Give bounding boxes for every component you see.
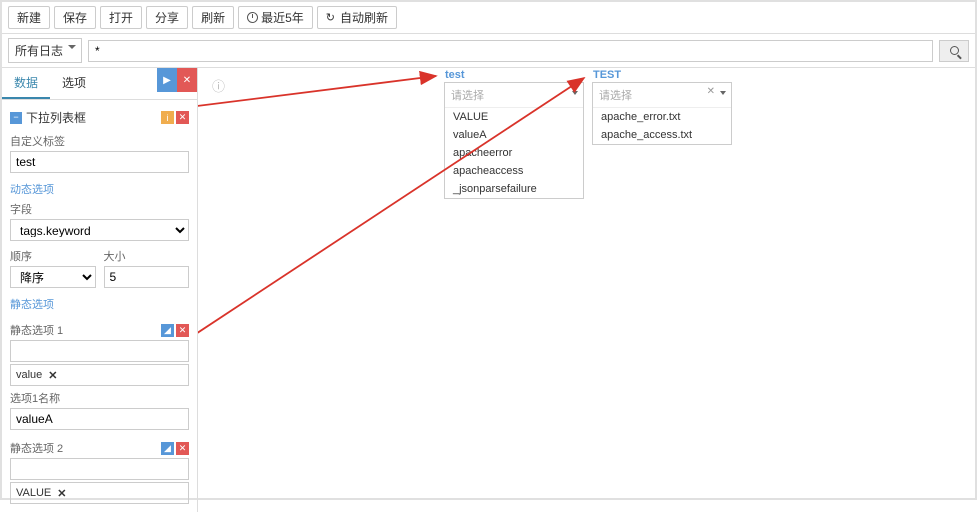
field-select-1[interactable]: tags.keyword bbox=[10, 219, 189, 241]
static-option-1-title: 静态选项 1 bbox=[10, 322, 63, 338]
size-input-1[interactable] bbox=[104, 266, 190, 288]
new-button[interactable]: 新建 bbox=[8, 6, 50, 29]
delete-option-button[interactable]: ✕ bbox=[176, 324, 189, 337]
preview-dropdown-trigger[interactable]: 请选择 ✕ bbox=[593, 83, 731, 108]
close-sidebar-button[interactable]: ✕ bbox=[177, 68, 197, 92]
search-input[interactable] bbox=[88, 40, 933, 62]
tab-options[interactable]: 选项 bbox=[50, 68, 98, 99]
tag-icon[interactable]: ◢ bbox=[161, 442, 174, 455]
static-option-2-chip: VALUE ✕ bbox=[10, 482, 189, 504]
list-item[interactable]: valueA bbox=[445, 126, 583, 144]
panel-1-header: − 下拉列表框 i ✕ bbox=[10, 106, 189, 129]
top-toolbar: 新建 保存 打开 分享 刷新 最近5年 自动刷新 bbox=[2, 2, 975, 34]
chip-remove-icon[interactable]: ✕ bbox=[57, 487, 66, 500]
static-option-1-chip: value ✕ bbox=[10, 364, 189, 386]
sidebar-body: − 下拉列表框 i ✕ 自定义标签 动态选项 字段 tags.keyword 顺… bbox=[2, 100, 197, 512]
dropdown-placeholder: 请选择 bbox=[599, 90, 632, 102]
preview-dropdown-list: apache_error.txt apache_access.txt bbox=[593, 108, 731, 144]
caret-down-icon bbox=[572, 91, 578, 95]
option-1-name-label: 选项1名称 bbox=[10, 390, 189, 406]
sidebar: 数据 选项 ▶ ✕ − 下拉列表框 i ✕ 自定义标签 动态选项 字段 tags… bbox=[2, 68, 198, 512]
size-label-1: 大小 bbox=[104, 248, 190, 264]
option-1-name-input[interactable] bbox=[10, 408, 189, 430]
auto-refresh-label: 自动刷新 bbox=[340, 9, 388, 26]
main-preview: ⓘ test 请选择 VALUE valueA apacheerror apac… bbox=[198, 68, 975, 512]
static-option-1-header: 静态选项 1 ◢ ✕ bbox=[10, 322, 189, 338]
panel-delete-button[interactable]: ✕ bbox=[176, 111, 189, 124]
preview-dropdown-trigger[interactable]: 请选择 bbox=[445, 83, 583, 108]
help-icon[interactable]: ⓘ bbox=[212, 79, 225, 94]
share-button[interactable]: 分享 bbox=[146, 6, 188, 29]
panel-1-title: 下拉列表框 bbox=[26, 109, 86, 126]
search-bar: 所有日志 bbox=[2, 34, 975, 68]
preview-dropdown-label: test bbox=[445, 69, 465, 81]
list-item[interactable]: apache_error.txt bbox=[593, 108, 731, 126]
auto-refresh-button[interactable]: 自动刷新 bbox=[317, 6, 397, 29]
caret-down-icon bbox=[720, 91, 726, 95]
panel-info-button[interactable]: i bbox=[161, 111, 174, 124]
chip-remove-icon[interactable]: ✕ bbox=[48, 369, 57, 382]
dropdown-placeholder: 请选择 bbox=[451, 90, 484, 102]
field-label-1: 字段 bbox=[10, 201, 189, 217]
clock-icon bbox=[247, 12, 258, 23]
collapse-icon[interactable]: − bbox=[10, 112, 22, 124]
delete-option-button[interactable]: ✕ bbox=[176, 442, 189, 455]
time-range-label: 最近5年 bbox=[261, 9, 304, 26]
time-range-button[interactable]: 最近5年 bbox=[238, 6, 313, 29]
preview-dropdown-test-caps: TEST 请选择 ✕ apache_error.txt apache_acces… bbox=[592, 82, 732, 145]
open-button[interactable]: 打开 bbox=[100, 6, 142, 29]
list-item[interactable]: apacheerror bbox=[445, 144, 583, 162]
dynamic-options-header-1[interactable]: 动态选项 bbox=[10, 181, 189, 197]
tag-icon[interactable]: ◢ bbox=[161, 324, 174, 337]
list-item[interactable]: apacheaccess bbox=[445, 162, 583, 180]
static-options-header[interactable]: 静态选项 bbox=[10, 296, 189, 312]
list-item[interactable]: VALUE bbox=[445, 108, 583, 126]
tab-data[interactable]: 数据 bbox=[2, 68, 50, 99]
static-option-1-input[interactable] bbox=[10, 340, 189, 362]
order-select-1[interactable]: 降序 bbox=[10, 266, 96, 288]
static-option-2-input[interactable] bbox=[10, 458, 189, 480]
list-item[interactable]: _jsonparsefailure bbox=[445, 180, 583, 198]
search-icon bbox=[950, 46, 959, 55]
clear-icon[interactable]: ✕ bbox=[707, 86, 715, 97]
chip-value: value bbox=[16, 369, 42, 381]
custom-label-label: 自定义标签 bbox=[10, 133, 189, 149]
log-source-select[interactable]: 所有日志 bbox=[8, 38, 82, 63]
refresh-button[interactable]: 刷新 bbox=[192, 6, 234, 29]
sidebar-tabs: 数据 选项 ▶ ✕ bbox=[2, 68, 197, 100]
chip-value: VALUE bbox=[16, 487, 51, 499]
preview-dropdown-test: test 请选择 VALUE valueA apacheerror apache… bbox=[444, 82, 584, 199]
log-source-label: 所有日志 bbox=[15, 44, 63, 58]
preview-dropdown-label: TEST bbox=[593, 69, 621, 81]
static-option-2-title: 静态选项 2 bbox=[10, 440, 63, 456]
list-item[interactable]: apache_access.txt bbox=[593, 126, 731, 144]
order-label-1: 顺序 bbox=[10, 248, 96, 264]
save-button[interactable]: 保存 bbox=[54, 6, 96, 29]
preview-dropdown-list: VALUE valueA apacheerror apacheaccess _j… bbox=[445, 108, 583, 198]
custom-label-input-1[interactable] bbox=[10, 151, 189, 173]
search-button[interactable] bbox=[939, 40, 969, 62]
caret-down-icon bbox=[68, 45, 76, 49]
run-button[interactable]: ▶ bbox=[157, 68, 177, 92]
static-option-2-header: 静态选项 2 ◢ ✕ bbox=[10, 440, 189, 456]
